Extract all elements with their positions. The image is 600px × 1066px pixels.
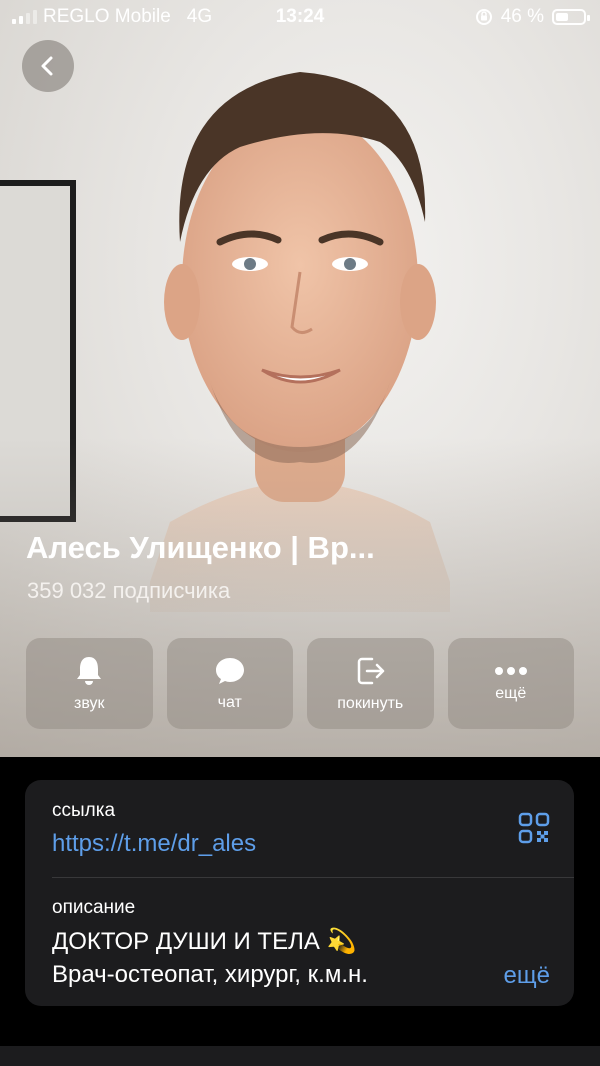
more-label: ещё (495, 684, 527, 702)
qr-code-icon[interactable] (518, 812, 550, 844)
info-card: ссылка https://t.me/dr_ales описание ДОК… (25, 780, 574, 1006)
description-row: описание ДОКТОР ДУШИ И ТЕЛА 💫 Врач-остео… (52, 897, 554, 991)
link-row: ссылка https://t.me/dr_ales (52, 800, 554, 858)
description-line-1: ДОКТОР ДУШИ И ТЕЛА 💫 (52, 928, 357, 955)
chat-icon (215, 657, 244, 684)
link-label: ссылка (52, 800, 116, 821)
profile-header: REGLO Mobile 4G 13:24 46 % Алесь Улищенк… (0, 0, 600, 757)
subscriber-count: 359 032 подписчика (27, 578, 231, 603)
chat-label: чат (217, 693, 242, 711)
channel-title: Алесь Улищенко | Вр... (26, 530, 375, 565)
action-bar: звук чат покинуть ещё (26, 638, 574, 729)
channel-link[interactable]: https://t.me/dr_ales (52, 830, 554, 858)
mute-button[interactable]: звук (26, 638, 153, 729)
mute-label: звук (74, 694, 105, 712)
more-dots-icon (494, 666, 527, 675)
description-label: описание (52, 897, 136, 918)
leave-button[interactable]: покинуть (307, 638, 434, 729)
chat-button[interactable]: чат (166, 638, 293, 729)
description-more-link[interactable]: ещё (504, 962, 550, 990)
more-button[interactable]: ещё (447, 638, 574, 729)
chevron-left-icon (41, 56, 53, 76)
battery-level (556, 13, 568, 21)
battery-icon (552, 9, 590, 25)
back-button[interactable] (22, 40, 74, 92)
leave-label: покинуть (337, 694, 404, 712)
status-bar: REGLO Mobile 4G 13:24 46 % (0, 0, 600, 34)
next-section-edge (0, 1046, 600, 1066)
battery-percent: 46 % (500, 6, 544, 27)
bell-icon (77, 656, 102, 685)
description-line-2: Врач-остеопат, хирург, к.м.н. (52, 961, 368, 988)
leave-icon (358, 657, 385, 684)
divider (52, 877, 574, 878)
orientation-lock-icon (475, 9, 492, 25)
